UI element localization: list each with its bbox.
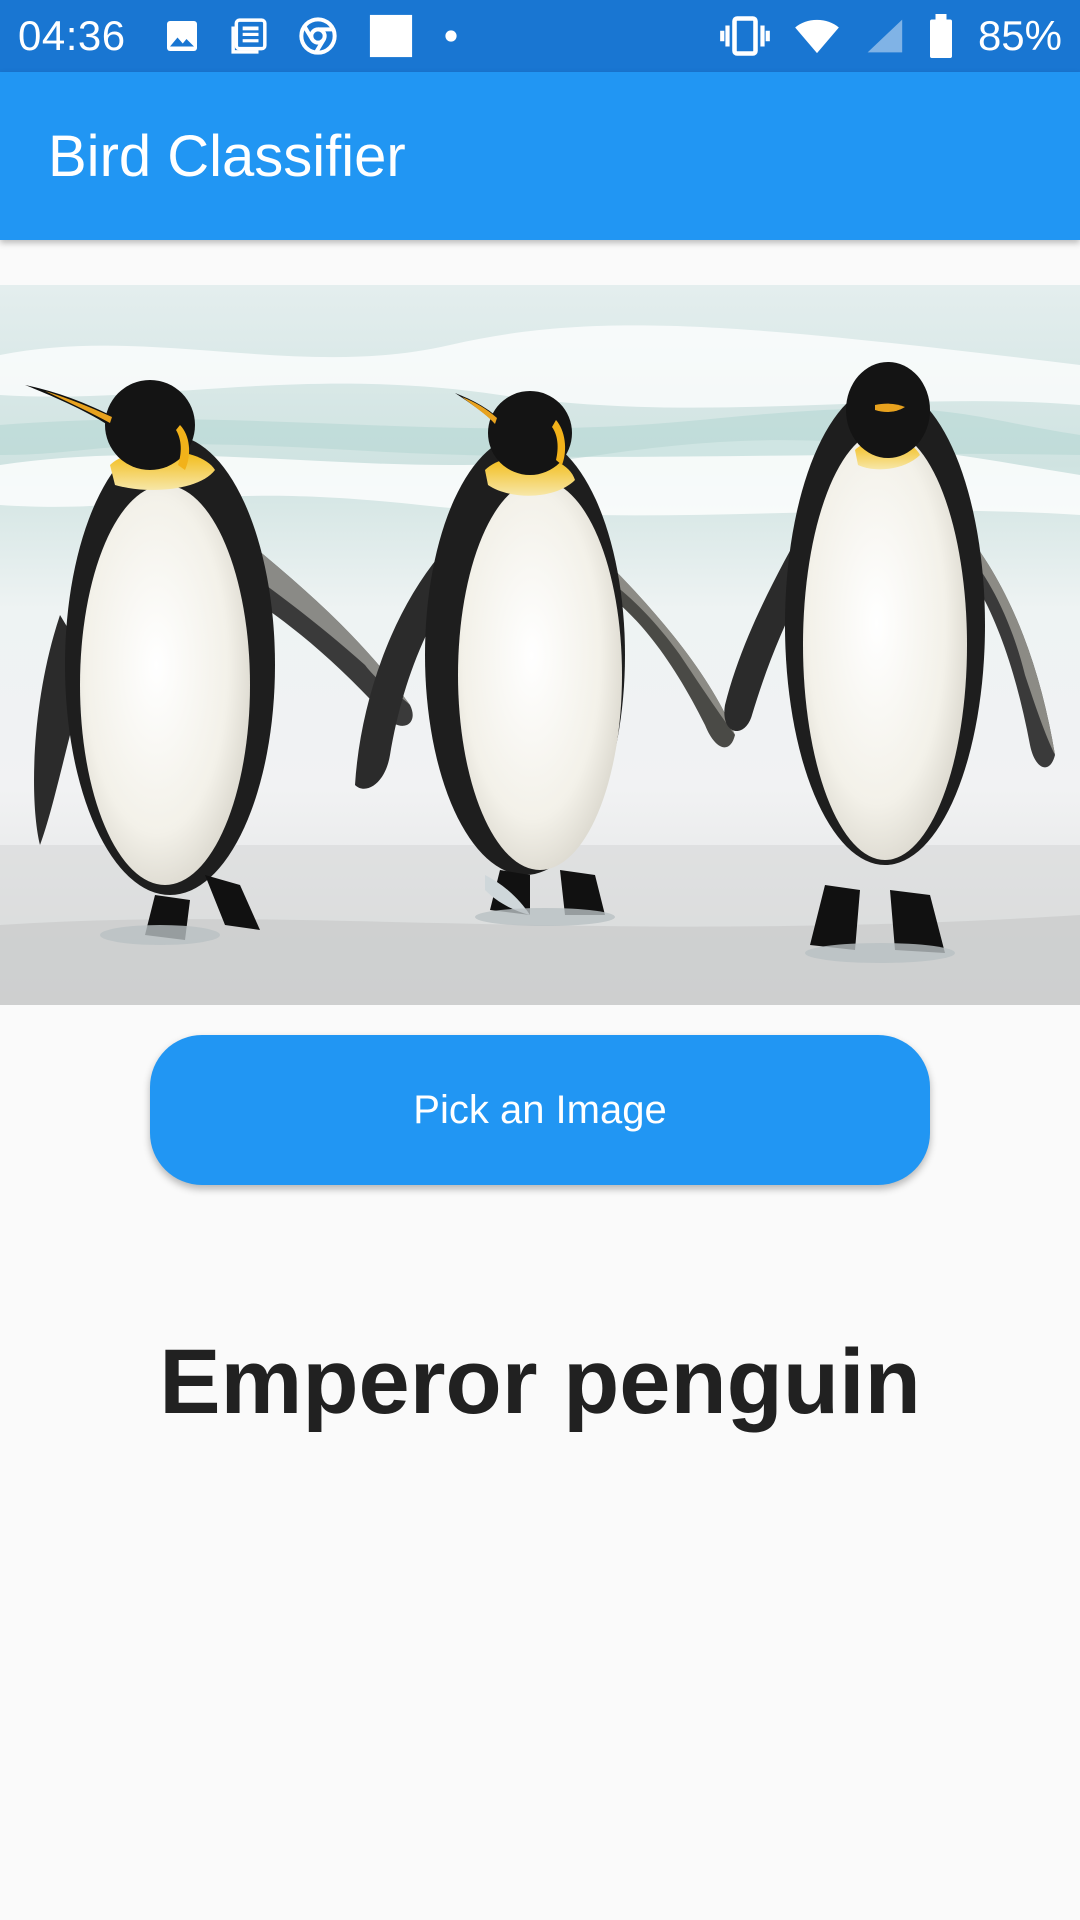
status-bar: 04:36 85%: [0, 0, 1080, 72]
chrome-icon: [298, 16, 338, 56]
selected-photo: [0, 285, 1080, 1005]
pick-image-button[interactable]: Pick an Image: [150, 1035, 930, 1185]
app-bar: Bird Classifier: [0, 72, 1080, 240]
battery-percent: 85%: [977, 12, 1062, 59]
gallery-icon: [164, 18, 200, 54]
battery-icon: [928, 14, 954, 58]
news-icon: [230, 17, 268, 55]
wifi-icon: [794, 17, 840, 55]
classification-result: Emperor penguin: [159, 1331, 921, 1433]
status-time: 04:36: [18, 12, 126, 59]
signal-icon: [864, 17, 904, 55]
dot-icon: [444, 29, 458, 43]
blank-notification-icon: [368, 13, 414, 59]
penguins-illustration: [0, 285, 1080, 1005]
vibrate-icon: [720, 15, 770, 57]
app-title: Bird Classifier: [48, 123, 406, 189]
